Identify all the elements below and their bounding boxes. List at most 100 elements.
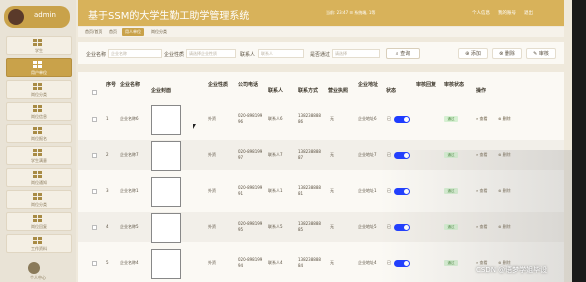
search-label-nature: 企业性质 bbox=[164, 52, 185, 58]
cell-name: 企业名称4 bbox=[120, 260, 139, 265]
delete-link[interactable]: ⊗ 删除 bbox=[498, 224, 511, 230]
review-button[interactable]: ✎ 审核 bbox=[526, 48, 556, 59]
status-toggle[interactable] bbox=[394, 188, 410, 195]
row-checkbox[interactable] bbox=[92, 261, 97, 266]
search-bar: 企业名称 企业名称 企业性质 请选择企业性质 联系人 联系人 是否通过 请选择 … bbox=[78, 42, 564, 64]
status-toggle[interactable] bbox=[394, 260, 410, 267]
breadcrumb-item[interactable]: 首页/首页 bbox=[82, 28, 105, 36]
status-toggle[interactable] bbox=[394, 152, 410, 159]
select-all-checkbox[interactable] bbox=[92, 90, 97, 95]
breadcrumb-item[interactable]: 岗位分类 bbox=[148, 28, 170, 36]
cell-cover-image[interactable] bbox=[151, 213, 181, 243]
sidebar-item[interactable]: 岗位分类 bbox=[6, 80, 72, 99]
cell-cover-image[interactable] bbox=[151, 105, 181, 135]
cell-license: 无 bbox=[330, 260, 334, 265]
header-info: 当前: 23:47 ☰ 系统端, 1等 bbox=[326, 10, 376, 15]
status-toggle[interactable] bbox=[394, 224, 410, 231]
cell-mobile: 13823888886 bbox=[298, 113, 321, 124]
column-header: 公司电话 bbox=[238, 82, 259, 88]
table-row[interactable]: 4 企业名称5 外资 020-89819995 联系人5 13823888885 无 企业地址… bbox=[78, 212, 564, 243]
table-row[interactable]: 2 企业名称7 外资 020-89819997 联系人7 13823888887 无 企业地址… bbox=[78, 140, 564, 171]
breadcrumb-item[interactable]: 首页 bbox=[106, 28, 120, 36]
cell-license: 无 bbox=[330, 224, 334, 229]
sidebar-item-label: 学生 bbox=[35, 48, 43, 53]
header-link-logout[interactable]: 退出 bbox=[524, 10, 533, 16]
cell-phone: 020-89819991 bbox=[238, 185, 263, 196]
cell-address: 企业地址4 bbox=[358, 260, 377, 265]
cell-cover-image[interactable] bbox=[151, 177, 181, 207]
sidebar-item[interactable]: 岗位回复 bbox=[6, 212, 72, 231]
cell-cover-image[interactable] bbox=[151, 141, 181, 171]
grid-icon bbox=[33, 215, 43, 223]
sidebar-item[interactable]: 岗位报名 bbox=[6, 124, 72, 143]
delete-link[interactable]: ⊗ 删除 bbox=[498, 116, 511, 122]
column-header: 企业性质 bbox=[208, 82, 229, 88]
sidebar-item[interactable]: 岗位通知 bbox=[6, 168, 72, 187]
row-checkbox[interactable] bbox=[92, 117, 97, 122]
delete-link[interactable]: ⊗ 删除 bbox=[498, 188, 511, 194]
row-checkbox[interactable] bbox=[92, 225, 97, 230]
search-button-label: 查询 bbox=[400, 51, 411, 57]
cell-status-text: 已 bbox=[387, 188, 391, 193]
cell-phone: 020-89819994 bbox=[238, 257, 263, 268]
view-link[interactable]: ⌕ 查看 bbox=[476, 152, 488, 158]
audit-status-badge: 通过 bbox=[444, 260, 458, 266]
sidebar-item-label: 岗位回复 bbox=[31, 224, 47, 229]
header-link-account[interactable]: 我的账号 bbox=[498, 10, 516, 16]
header-link-profile[interactable]: 个人信息 bbox=[472, 10, 490, 16]
grid-icon bbox=[33, 193, 43, 201]
breadcrumb: 首页/首页 首页 用人单位 岗位分类 bbox=[78, 27, 564, 37]
view-link[interactable]: ⌕ 查看 bbox=[476, 116, 488, 122]
cell-cover-image[interactable] bbox=[151, 249, 181, 279]
grid-icon bbox=[33, 83, 43, 91]
cell-name: 企业名称1 bbox=[120, 188, 139, 193]
cell-mobile: 13823888887 bbox=[298, 149, 321, 160]
cell-contact: 联系人6 bbox=[268, 116, 283, 121]
row-checkbox[interactable] bbox=[92, 189, 97, 194]
search-select-nature[interactable]: 请选择企业性质 bbox=[186, 49, 236, 58]
search-label-name: 企业名称 bbox=[86, 52, 107, 58]
column-header: 企业地址 bbox=[358, 82, 379, 88]
sidebar-item-label: 岗位分类 bbox=[31, 92, 47, 97]
audit-status-badge: 通过 bbox=[444, 188, 458, 194]
sidebar-item[interactable]: 学生 bbox=[6, 36, 72, 55]
cell-phone: 020-89819995 bbox=[238, 221, 263, 232]
view-link[interactable]: ⌕ 查看 bbox=[476, 224, 488, 230]
table-row[interactable]: 1 企业名称6 外资 020-89819996 联系人6 13823888886 无 企业地址… bbox=[78, 104, 564, 135]
sidebar-item[interactable]: 岗位信息 bbox=[6, 102, 72, 121]
sidebar-item-label: 学生满意 bbox=[31, 158, 47, 163]
cell-nature: 外资 bbox=[208, 152, 216, 157]
grid-icon bbox=[33, 105, 43, 113]
search-input-name[interactable]: 企业名称 bbox=[108, 49, 162, 58]
profile-icon[interactable] bbox=[28, 262, 40, 274]
view-link[interactable]: ⌕ 查看 bbox=[476, 188, 488, 194]
system-title: 基于SSM的大学生勤工助学管理系统 bbox=[88, 11, 250, 22]
sidebar-item[interactable]: 用户单位 bbox=[6, 58, 72, 77]
search-select-approved[interactable]: 请选择 bbox=[332, 49, 380, 58]
user-block[interactable]: admin bbox=[4, 6, 70, 28]
cell-mobile: 13823888885 bbox=[298, 221, 321, 232]
delete-link[interactable]: ⊗ 删除 bbox=[498, 152, 511, 158]
scrollbar[interactable] bbox=[572, 0, 586, 282]
cell-status-text: 已 bbox=[387, 152, 391, 157]
cell-address: 企业地址1 bbox=[358, 188, 377, 193]
delete-link-label: 删除 bbox=[502, 188, 511, 193]
cell-name: 企业名称7 bbox=[120, 152, 139, 157]
cell-contact: 联系人7 bbox=[268, 152, 283, 157]
grid-icon bbox=[33, 237, 43, 245]
search-button[interactable]: ⌕ 查询 bbox=[386, 48, 420, 59]
username: admin bbox=[34, 11, 56, 19]
add-button[interactable]: ⊕ 添加 bbox=[458, 48, 488, 59]
sidebar-item-label: 岗位分类 bbox=[31, 202, 47, 207]
row-checkbox[interactable] bbox=[92, 153, 97, 158]
column-header: 企业封面 bbox=[151, 88, 172, 94]
status-toggle[interactable] bbox=[394, 116, 410, 123]
sidebar-item[interactable]: 岗位分类 bbox=[6, 190, 72, 209]
sidebar-item[interactable]: 工作资料 bbox=[6, 234, 72, 253]
column-header: 审核回复 bbox=[416, 82, 437, 88]
breadcrumb-item-active[interactable]: 用人单位 bbox=[122, 28, 144, 36]
delete-button[interactable]: ⊗ 删除 bbox=[492, 48, 522, 59]
sidebar-item[interactable]: 学生满意 bbox=[6, 146, 72, 165]
table-row[interactable]: 3 企业名称1 外资 020-89819991 联系人1 13823888881 无 企业地址… bbox=[78, 176, 564, 207]
search-input-contact[interactable]: 联系人 bbox=[258, 49, 304, 58]
